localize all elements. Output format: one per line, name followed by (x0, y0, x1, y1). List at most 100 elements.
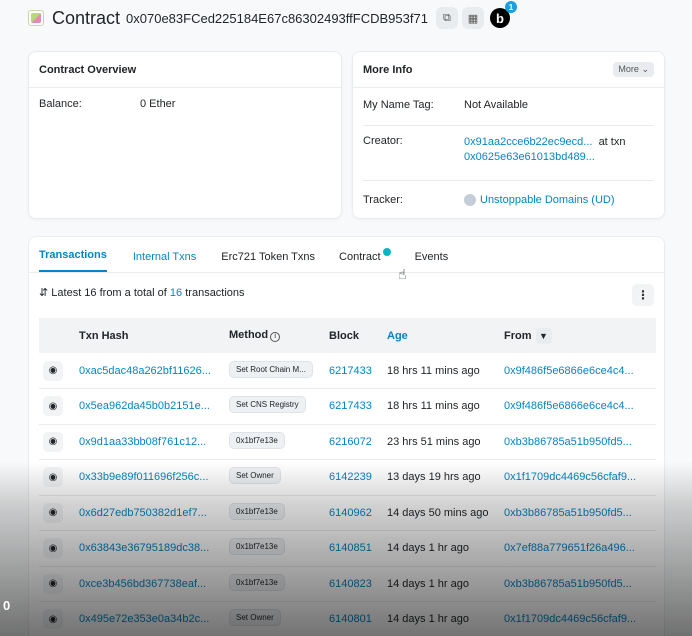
method-badge: Set Root Chain M... (229, 360, 313, 378)
from-address-link[interactable]: 0xb3b86785a51b950fd5... (504, 578, 632, 590)
eye-icon[interactable]: ◉ (43, 360, 63, 381)
mouse-pointer-icon: ☝ (398, 266, 407, 282)
tab-contract-label: Contract (339, 251, 381, 263)
tab-erc721-token-txns[interactable]: Erc721 Token Txns (221, 251, 315, 272)
col-block: Block (329, 329, 359, 342)
method-badge: 0x1bf7e13e (229, 573, 285, 591)
from-address-link[interactable]: 0xb3b86785a51b950fd5... (504, 436, 632, 448)
table-row: ◉ 0x9d1aa33bb08f761c12... 0x1bf7e13e 621… (39, 424, 656, 460)
tab-contract[interactable]: Contract (339, 248, 391, 272)
table-row: ◉ 0x33b9e89f011696f256c... Set Owner 614… (39, 459, 656, 496)
col-from-label: From (504, 329, 532, 342)
txn-hash-link[interactable]: 0x9d1aa33bb08f761c12... (79, 436, 206, 448)
more-info-title: More Info (363, 63, 413, 76)
from-address-link[interactable]: 0x1f1709dc4469c56cfaf9... (504, 471, 636, 483)
block-link[interactable]: 6216072 (329, 436, 372, 448)
chevron-down-icon: ⌄ (641, 64, 649, 74)
eye-icon[interactable]: ◉ (43, 573, 63, 594)
method-badge: Set Owner (229, 609, 281, 627)
method-badge: Set CNS Registry (229, 396, 306, 414)
age-value: 18 hrs 11 mins ago (387, 400, 480, 413)
age-value: 14 days 50 mins ago (387, 506, 489, 519)
col-age[interactable]: Age (383, 318, 500, 353)
block-link[interactable]: 6140823 (329, 578, 372, 590)
contract-overview-card: Contract Overview Balance: 0 Ether (28, 51, 342, 219)
eye-icon[interactable]: ◉ (43, 431, 63, 452)
col-method-label: Method (229, 329, 269, 342)
copy-icon[interactable]: ⧉ (435, 7, 458, 29)
txn-hash-link[interactable]: 0x6d27edb750382d1ef7... (79, 507, 207, 519)
table-row: ◉ 0x6d27edb750382d1ef7... 0x1bf7e13e 614… (39, 495, 656, 531)
txn-hash-link[interactable]: 0xac5dac48a262bf11626... (79, 365, 211, 377)
creator-address-link[interactable]: 0x91aa2cce6b22ec9ecd... (464, 136, 592, 148)
transactions-panel: Transactions Internal Txns Erc721 Token … (28, 236, 665, 636)
txn-hash-link[interactable]: 0x495e72e353e0a34b2c... (79, 613, 209, 625)
qr-code-icon[interactable]: ▦ (461, 7, 484, 29)
col-from: From ▼ (500, 318, 656, 353)
col-method: Method i (225, 318, 325, 353)
tracker-label: Tracker: (363, 194, 403, 206)
more-dropdown-button[interactable]: More ⌄ (613, 62, 654, 77)
block-link[interactable]: 6140851 (329, 542, 372, 554)
contract-header: Contract 0x070e83FCed225184E67c86302493f… (28, 1, 517, 30)
summary-total[interactable]: 16 (170, 287, 182, 299)
info-icon[interactable]: i (270, 331, 281, 342)
table-row: ◉ 0xce3b456bd367738eaf... 0x1bf7e13e 614… (39, 566, 656, 602)
age-value: 23 hrs 51 mins ago (387, 435, 481, 448)
tracker-link[interactable]: Unstoppable Domains (UD) (480, 194, 615, 206)
creator-txn-link[interactable]: 0x0625e63e61013bd489... (464, 151, 595, 163)
txn-hash-link[interactable]: 0x5ea962da45b0b2151e... (79, 400, 210, 412)
table-header-row: Txn Hash Method i Block Age From ▼ (39, 318, 656, 353)
eye-icon[interactable]: ◉ (43, 502, 63, 523)
filter-icon[interactable]: ▼ (535, 327, 552, 344)
overview-header: Contract Overview (29, 52, 341, 88)
from-address-link[interactable]: 0xb3b86785a51b950fd5... (504, 507, 632, 519)
table-row: ◉ 0xac5dac48a262bf11626... Set Root Chai… (39, 353, 656, 389)
from-address-link[interactable]: 0x7ef88a779651f26a496... (504, 542, 635, 554)
balance-value: 0 Ether (140, 98, 176, 110)
method-badge: Set Owner (229, 467, 281, 485)
tab-events[interactable]: Events (415, 251, 449, 272)
creator-at-txn: at txn (598, 136, 626, 148)
tab-bar: Transactions Internal Txns Erc721 Token … (29, 237, 664, 273)
notification-count-badge: 1 (504, 1, 517, 13)
blockscan-letter: b (495, 10, 504, 26)
eye-icon[interactable]: ◉ (43, 609, 63, 630)
blockscan-chat-button[interactable]: b 1 (489, 1, 517, 28)
block-link[interactable]: 6140801 (329, 613, 372, 625)
txn-hash-link[interactable]: 0x33b9e89f011696f256c... (79, 471, 208, 483)
block-link[interactable]: 6217433 (329, 400, 372, 412)
summary-prefix: Latest 16 from a total of (51, 287, 167, 299)
method-badge: 0x1bf7e13e (229, 502, 285, 520)
from-address-link[interactable]: 0x9f486f5e6866e6ce4c4... (504, 400, 634, 412)
col-txn-hash: Txn Hash (79, 329, 129, 342)
block-link[interactable]: 6140962 (329, 507, 372, 519)
contract-logo-icon (28, 10, 44, 26)
eye-icon[interactable]: ◉ (43, 467, 63, 488)
age-value: 18 hrs 11 mins ago (387, 364, 480, 377)
txn-hash-link[interactable]: 0xce3b456bd367738eaf... (79, 578, 206, 590)
method-badge: 0x1bf7e13e (229, 538, 285, 556)
tab-transactions[interactable]: Transactions (39, 249, 107, 272)
summary-suffix: transactions (185, 287, 245, 299)
txn-hash-link[interactable]: 0x63843e36795189dc38... (79, 542, 209, 554)
tab-internal-txns[interactable]: Internal Txns (133, 251, 196, 272)
from-address-link[interactable]: 0x1f1709dc4469c56cfaf9... (504, 613, 636, 625)
eye-icon[interactable]: ◉ (43, 538, 63, 559)
table-row: ◉ 0x495e72e353e0a34b2c... Set Owner 6140… (39, 601, 656, 636)
balance-row: Balance: 0 Ether (39, 98, 331, 110)
token-icon (464, 194, 476, 206)
eye-icon[interactable]: ◉ (43, 396, 63, 417)
name-tag-row: My Name Tag: Not Available (363, 99, 654, 125)
from-address-link[interactable]: 0x9f486f5e6866e6ce4c4... (504, 365, 634, 377)
more-info-header: More Info More ⌄ (353, 52, 664, 88)
transactions-summary: ⇵ Latest 16 from a total of 16 transacti… (39, 286, 245, 299)
age-value: 14 days 1 hr ago (387, 577, 469, 590)
sort-icon: ⇵ (39, 287, 49, 299)
table-row: ◉ 0x5ea962da45b0b2151e... Set CNS Regist… (39, 388, 656, 425)
table-row: ◉ 0x63843e36795189dc38... 0x1bf7e13e 614… (39, 530, 656, 567)
age-value: 14 days 1 hr ago (387, 542, 469, 555)
block-link[interactable]: 6142239 (329, 471, 372, 483)
more-options-icon[interactable]: ⋮ (632, 284, 654, 306)
block-link[interactable]: 6217433 (329, 365, 372, 377)
